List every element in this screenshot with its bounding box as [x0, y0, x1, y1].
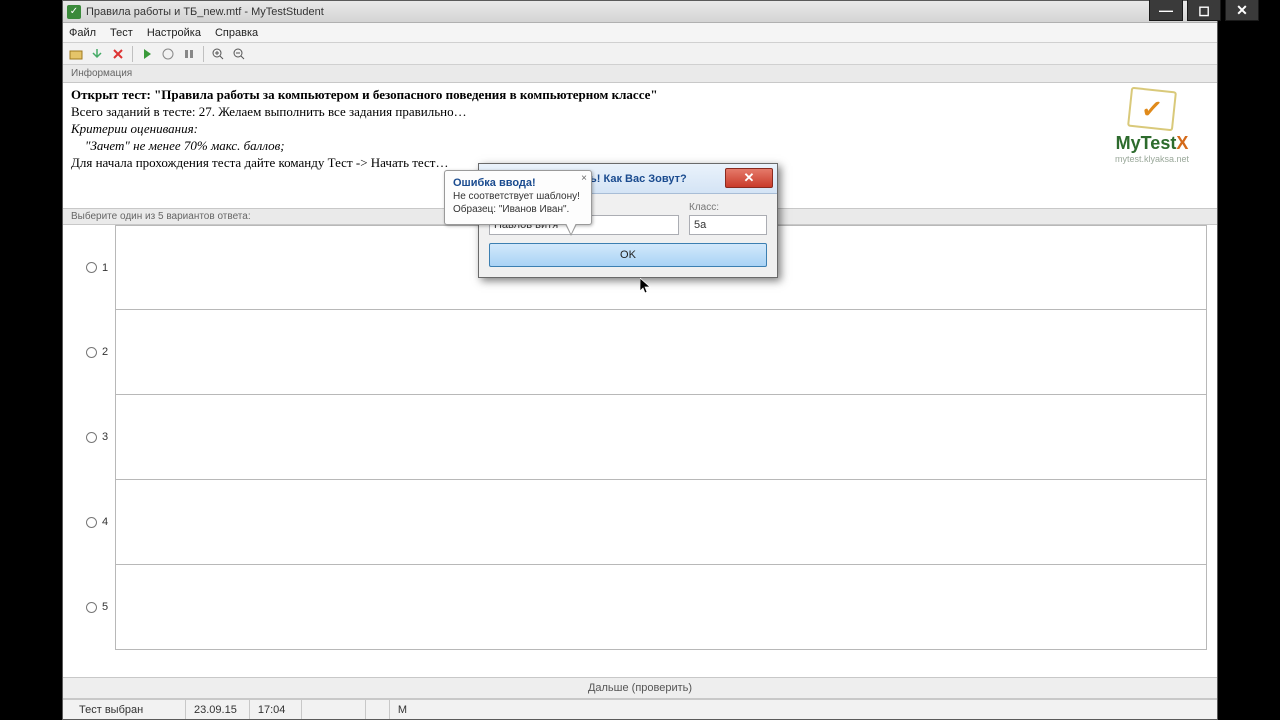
- window-controls: — ◻ ✕: [1149, 0, 1259, 21]
- ok-label: OK: [620, 249, 636, 261]
- status-mode: Тест выбран: [71, 700, 181, 719]
- answer-row[interactable]: 5: [115, 565, 1207, 650]
- balloon-line: Не соответствует шаблону!: [453, 191, 583, 204]
- radio-icon[interactable]: [86, 517, 97, 528]
- option-number: 2: [102, 346, 108, 358]
- option-number: 5: [102, 601, 108, 613]
- toolbar: [63, 43, 1217, 65]
- tool-play-icon[interactable]: [138, 45, 156, 63]
- radio-icon[interactable]: [86, 347, 97, 358]
- next-button[interactable]: Дальше (проверить): [63, 677, 1217, 699]
- status-letter: М: [389, 700, 415, 719]
- app-logo: MyTestX mytest.klyaksa.net: [1097, 89, 1207, 164]
- logo-check-icon: [1127, 87, 1177, 132]
- logo-url: mytest.klyaksa.net: [1097, 154, 1207, 164]
- answer-row[interactable]: 2: [115, 310, 1207, 395]
- toolbar-separator: [203, 46, 204, 62]
- status-time: 17:04: [249, 700, 297, 719]
- balloon-tail-icon: [565, 224, 577, 236]
- titlebar: Правила работы и ТБ_new.mtf - MyTestStud…: [63, 1, 1217, 23]
- answer-row[interactable]: 3: [115, 395, 1207, 480]
- class-input[interactable]: [689, 215, 767, 235]
- error-balloon: × Ошибка ввода! Не соответствует шаблону…: [444, 170, 592, 225]
- window-title: Правила работы и ТБ_new.mtf - MyTestStud…: [86, 6, 324, 18]
- balloon-close-icon[interactable]: ×: [581, 173, 587, 184]
- cursor-icon: [640, 278, 652, 296]
- logo-name: MyTestX: [1097, 133, 1207, 154]
- question-bar-label: Выберите один из 5 вариантов ответа:: [71, 211, 251, 222]
- option-number: 4: [102, 516, 108, 528]
- next-label: Дальше (проверить): [588, 682, 692, 694]
- balloon-title: Ошибка ввода!: [453, 177, 583, 189]
- balloon-line: Образец: "Иванов Иван".: [453, 204, 583, 217]
- option-number: 3: [102, 431, 108, 443]
- tool-record-icon[interactable]: [159, 45, 177, 63]
- criteria-item: "Зачет" не менее 70% макс. баллов;: [71, 138, 1209, 154]
- menu-file[interactable]: Файл: [69, 27, 96, 39]
- info-tab: Информация: [63, 65, 1217, 83]
- criteria-label: Критерии оценивания:: [71, 121, 1209, 137]
- tool-stop-icon[interactable]: [109, 45, 127, 63]
- close-button[interactable]: ✕: [1225, 0, 1259, 21]
- radio-icon[interactable]: [86, 262, 97, 273]
- answer-row[interactable]: 4: [115, 480, 1207, 565]
- app-icon: [67, 5, 81, 19]
- menu-test[interactable]: Тест: [110, 27, 133, 39]
- radio-icon[interactable]: [86, 432, 97, 443]
- tool-open-icon[interactable]: [67, 45, 85, 63]
- class-label: Класс:: [689, 202, 767, 213]
- statusbar: Тест выбран 23.09.15 17:04 М: [63, 699, 1217, 719]
- dialog-close-button[interactable]: ✕: [725, 168, 773, 188]
- total-line: Всего заданий в тесте: 27. Желаем выполн…: [71, 104, 1209, 120]
- tool-zoom-in-icon[interactable]: [209, 45, 227, 63]
- ok-button[interactable]: OK: [489, 243, 767, 267]
- opened-prefix: Открыт тест:: [71, 87, 154, 102]
- menu-help[interactable]: Справка: [215, 27, 258, 39]
- tool-zoom-out-icon[interactable]: [230, 45, 248, 63]
- tool-pause-icon[interactable]: [180, 45, 198, 63]
- tool-down-icon[interactable]: [88, 45, 106, 63]
- status-date: 23.09.15: [185, 700, 245, 719]
- minimize-button[interactable]: —: [1149, 0, 1183, 21]
- status-empty: [301, 700, 361, 719]
- toolbar-separator: [132, 46, 133, 62]
- menu-settings[interactable]: Настройка: [147, 27, 201, 39]
- opened-test-line: Открыт тест: "Правила работы за компьюте…: [71, 87, 1209, 103]
- radio-icon[interactable]: [86, 602, 97, 613]
- menubar: Файл Тест Настройка Справка: [63, 23, 1217, 43]
- maximize-button[interactable]: ◻: [1187, 0, 1221, 21]
- option-number: 1: [102, 262, 108, 274]
- info-tab-label: Информация: [71, 68, 132, 79]
- opened-name: "Правила работы за компьютером и безопас…: [154, 87, 658, 102]
- status-empty: [365, 700, 385, 719]
- app-window: Правила работы и ТБ_new.mtf - MyTestStud…: [62, 0, 1218, 720]
